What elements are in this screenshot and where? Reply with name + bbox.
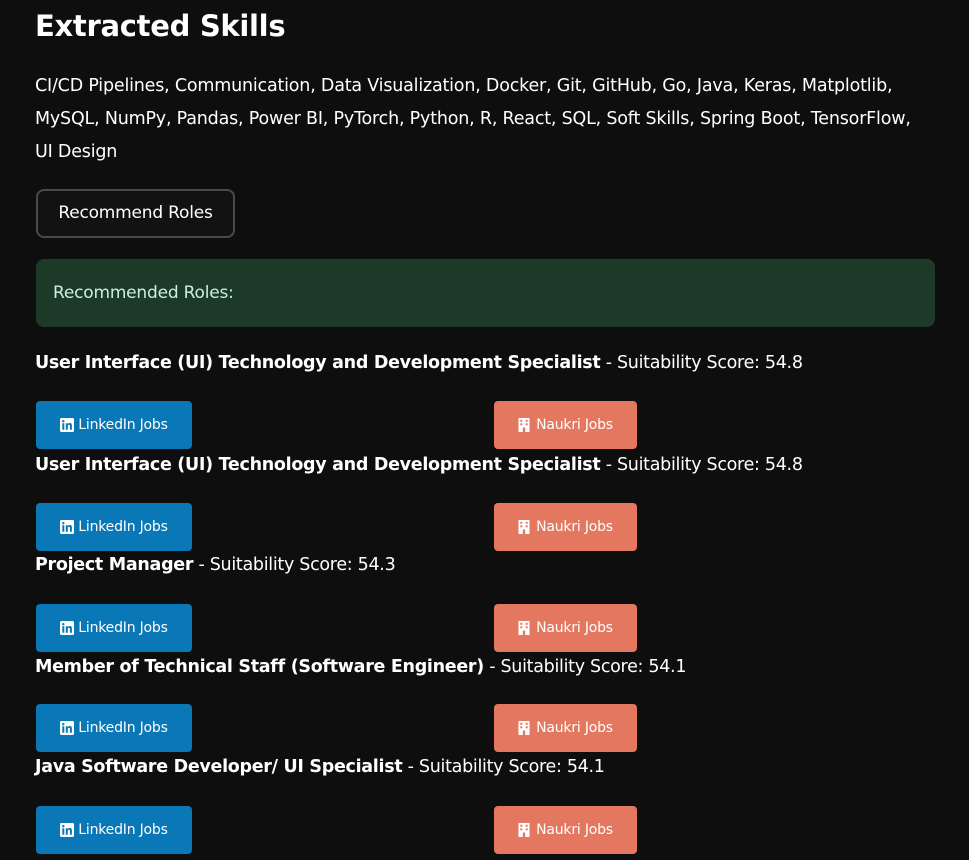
linkedin-icon [60, 621, 75, 635]
suitability-score: - Suitability Score: 54.1 [402, 757, 605, 777]
role-line: Member of Technical Staff (Software Engi… [35, 654, 686, 680]
role-line: Java Software Developer/ UI Specialist -… [35, 754, 605, 780]
role-title: User Interface (UI) Technology and Devel… [35, 455, 601, 475]
building-icon [518, 418, 532, 432]
linkedin-jobs-button[interactable]: LinkedIn Jobs [36, 704, 192, 752]
role-title: Member of Technical Staff (Software Engi… [35, 657, 484, 677]
linkedin-jobs-label: LinkedIn Jobs [78, 620, 168, 636]
role-title: Project Manager [35, 555, 194, 575]
role-title: Java Software Developer/ UI Specialist [35, 757, 403, 777]
linkedin-jobs-label: LinkedIn Jobs [78, 519, 168, 535]
role-line: Project Manager - Suitability Score: 54.… [35, 552, 396, 578]
role-line: User Interface (UI) Technology and Devel… [35, 452, 803, 478]
linkedin-icon [60, 418, 75, 432]
linkedin-jobs-button[interactable]: LinkedIn Jobs [36, 401, 192, 449]
suitability-score: - Suitability Score: 54.3 [193, 555, 396, 575]
building-icon [518, 721, 532, 735]
role-item: Java Software Developer/ UI Specialist -… [35, 754, 955, 860]
building-icon [518, 621, 532, 635]
naukri-jobs-button[interactable]: Naukri Jobs [494, 806, 637, 854]
suitability-score: - Suitability Score: 54.8 [600, 455, 803, 475]
naukri-jobs-button[interactable]: Naukri Jobs [494, 704, 637, 752]
recommended-roles-alert-text: Recommended Roles: [53, 283, 234, 303]
building-icon [518, 823, 532, 837]
naukri-jobs-label: Naukri Jobs [536, 519, 613, 535]
naukri-jobs-label: Naukri Jobs [536, 417, 613, 433]
section-title: Extracted Skills [35, 9, 286, 43]
naukri-jobs-button[interactable]: Naukri Jobs [494, 401, 637, 449]
linkedin-jobs-button[interactable]: LinkedIn Jobs [36, 806, 192, 854]
recommended-roles-alert: Recommended Roles: [36, 259, 935, 327]
suitability-score: - Suitability Score: 54.8 [600, 353, 803, 373]
naukri-jobs-label: Naukri Jobs [536, 822, 613, 838]
linkedin-jobs-label: LinkedIn Jobs [78, 720, 168, 736]
linkedin-jobs-button[interactable]: LinkedIn Jobs [36, 604, 192, 652]
linkedin-icon [60, 520, 75, 534]
linkedin-jobs-button[interactable]: LinkedIn Jobs [36, 503, 192, 551]
building-icon [518, 520, 532, 534]
suitability-score: - Suitability Score: 54.1 [483, 657, 687, 677]
recommend-roles-button[interactable]: Recommend Roles [36, 189, 235, 238]
linkedin-icon [60, 721, 75, 735]
linkedin-jobs-label: LinkedIn Jobs [78, 822, 168, 838]
naukri-jobs-button[interactable]: Naukri Jobs [494, 604, 637, 652]
naukri-jobs-label: Naukri Jobs [536, 620, 613, 636]
role-title: User Interface (UI) Technology and Devel… [35, 353, 601, 373]
linkedin-jobs-label: LinkedIn Jobs [78, 417, 168, 433]
skills-list-text: CI/CD Pipelines, Communication, Data Vis… [35, 76, 911, 162]
role-line: User Interface (UI) Technology and Devel… [35, 350, 803, 376]
naukri-jobs-button[interactable]: Naukri Jobs [494, 503, 637, 551]
page: Extracted Skills CI/CD Pipelines, Commun… [0, 0, 969, 860]
naukri-jobs-label: Naukri Jobs [536, 720, 613, 736]
linkedin-icon [60, 823, 75, 837]
